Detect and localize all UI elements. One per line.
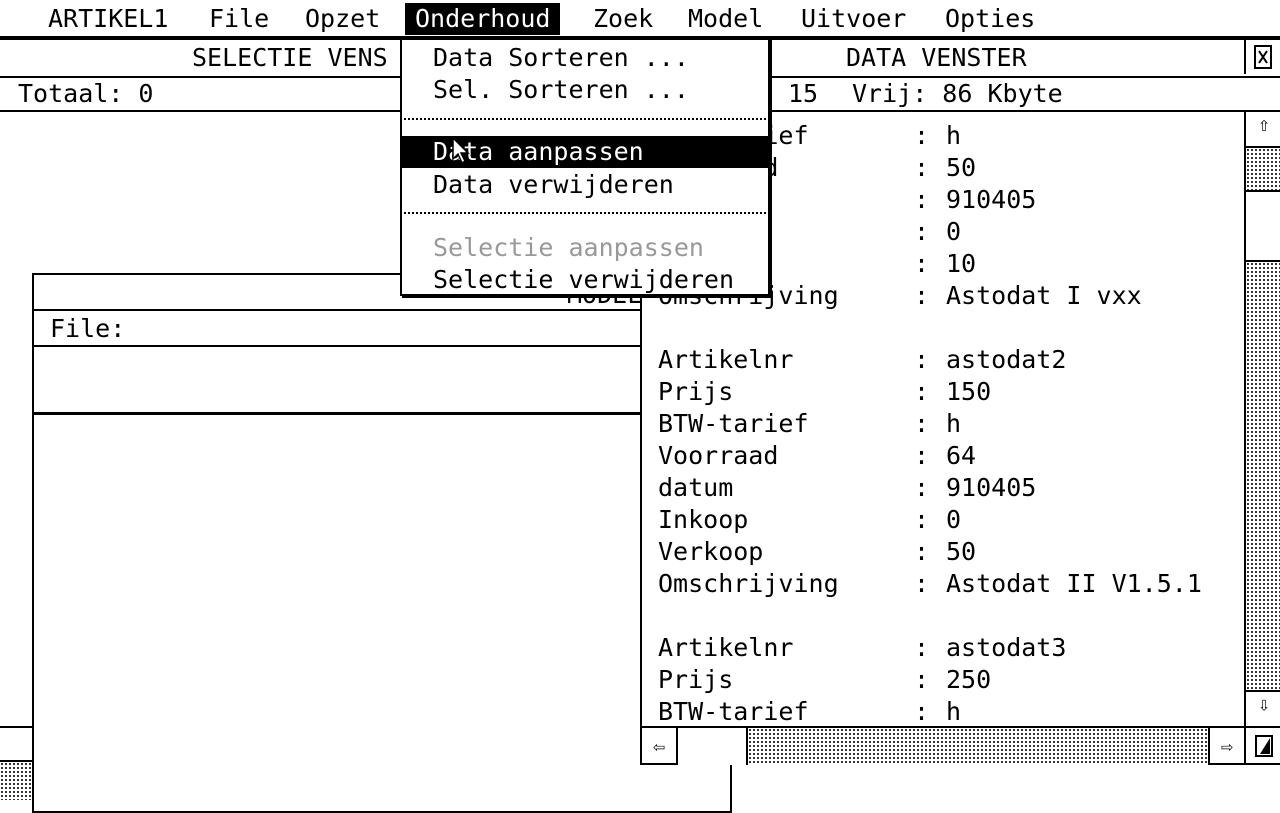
data-field-value: 64 — [946, 441, 977, 470]
hscroll-track[interactable] — [748, 728, 1208, 765]
file-input-area[interactable] — [34, 347, 730, 415]
data-vrij: Vrij: 86 Kbyte — [852, 79, 1063, 108]
arrow-up-icon[interactable]: ⇧ — [1246, 112, 1280, 148]
data-row: Verkoop:50 — [658, 536, 1238, 568]
data-field-name: Prijs — [658, 377, 734, 406]
data-row: Artikelnr: astodat2 — [658, 344, 1238, 376]
data-row: Prijs:150 — [658, 376, 1238, 408]
data-field-value: Astodat I vxx — [946, 281, 1142, 310]
resize-icon[interactable] — [1244, 728, 1280, 765]
data-field-value: 10 — [946, 249, 977, 278]
menu-app[interactable]: ARTIKEL1 — [48, 3, 168, 35]
menu-uitvoer[interactable]: Uitvoer — [801, 3, 906, 35]
selectie-title: SELECTIE VENS — [186, 42, 394, 74]
menu-item-selectie-verwijderen[interactable]: Selectie verwijderen — [402, 264, 768, 296]
data-field-colon: : — [914, 569, 930, 598]
data-row: BTW-tarief: h — [658, 696, 1238, 726]
data-field-name: Voorraad — [658, 441, 779, 470]
menu-separator — [404, 212, 766, 214]
mouse-pointer-icon — [452, 136, 472, 165]
data-field-value: 0 — [946, 217, 962, 246]
onderhoud-dropdown: Data Sorteren ... Sel. Sorteren ... Data… — [400, 38, 770, 296]
data-field-value: 250 — [946, 665, 992, 694]
menu-onderhoud[interactable]: Onderhoud — [405, 3, 561, 35]
data-field-name: datum — [658, 473, 734, 502]
data-field-colon: : — [914, 281, 930, 310]
data-field-colon: : — [914, 473, 930, 502]
data-row: BTW-tarief: h — [658, 408, 1238, 440]
data-field-colon: : — [914, 153, 930, 182]
data-field-value: astodat3 — [946, 633, 1067, 662]
data-field-colon: : — [914, 185, 930, 214]
menu-bar: ARTIKEL1 File Opzet Onderhoud Zoek Model… — [0, 0, 1280, 38]
vscroll-track-bottom[interactable] — [1246, 262, 1280, 690]
data-row: Inkoop:0 — [658, 504, 1238, 536]
data-field-name: Inkoop — [658, 505, 749, 534]
arrow-right-icon[interactable]: ⇨ — [1208, 728, 1244, 765]
data-field-name: Prijs — [658, 665, 734, 694]
menu-opzet[interactable]: Opzet — [305, 3, 380, 35]
data-field-name: BTW-tarief — [658, 409, 809, 438]
data-field-colon: : — [914, 505, 930, 534]
menu-item-data-verwijderen[interactable]: Data verwijderen — [402, 169, 768, 201]
vscroll-thumb[interactable] — [1246, 190, 1280, 262]
data-field-colon: : — [914, 121, 930, 150]
data-row: Omschrijving: Astodat II V1.5.1 — [658, 568, 1238, 600]
arrow-down-icon[interactable]: ⇩ — [1246, 690, 1280, 726]
desktop-pattern — [0, 762, 34, 800]
data-row: Prijs:250 — [658, 664, 1238, 696]
file-label: File: — [50, 314, 126, 343]
data-field-colon: : — [914, 633, 930, 662]
data-field-value: h — [946, 409, 962, 438]
data-field-colon: : — [914, 537, 930, 566]
vertical-scrollbar[interactable]: ⇧ ⇩ — [1244, 112, 1280, 726]
data-field-value: h — [946, 697, 962, 726]
data-field-colon: : — [914, 249, 930, 278]
selectie-totaal: Totaal: 0 — [18, 79, 154, 108]
data-field-value: h — [946, 121, 962, 150]
data-field-colon: : — [914, 217, 930, 246]
close-icon[interactable] — [1244, 40, 1280, 74]
data-row: Artikelnr: astodat3 — [658, 632, 1238, 664]
data-field-colon: : — [914, 409, 930, 438]
data-field-colon: : — [914, 377, 930, 406]
hscroll-thumb[interactable] — [678, 728, 748, 765]
data-field-value: 50 — [946, 537, 977, 566]
data-field-value: astodat2 — [946, 345, 1067, 374]
arrow-left-icon[interactable]: ⇦ — [642, 728, 678, 765]
data-field-value: 910405 — [946, 473, 1037, 502]
data-field-colon: : — [914, 697, 930, 726]
menu-item-sel-sorteren[interactable]: Sel. Sorteren ... — [402, 74, 768, 106]
horizontal-scrollbar[interactable]: ⇦ ⇨ — [642, 726, 1280, 765]
data-count: 15 — [788, 79, 819, 108]
data-row-blank — [658, 600, 1238, 632]
menu-file[interactable]: File — [209, 3, 269, 35]
data-field-colon: : — [914, 665, 930, 694]
model-dialog: MODEL File: — [32, 273, 732, 813]
data-field-name: Artikelnr — [658, 633, 794, 662]
data-field-name: Verkoop — [658, 537, 764, 566]
data-field-name: BTW-tarief — [658, 697, 809, 726]
data-row: Voorraad:64 — [658, 440, 1238, 472]
menu-item-selectie-aanpassen: Selectie aanpassen — [433, 233, 704, 262]
file-row: File: — [34, 311, 730, 347]
data-field-value: Astodat II V1.5.1 — [946, 569, 1202, 598]
menu-opties[interactable]: Opties — [945, 3, 1035, 35]
data-field-value: 150 — [946, 377, 992, 406]
menu-item-data-sorteren[interactable]: Data Sorteren ... — [402, 42, 768, 74]
menu-separator — [404, 118, 766, 120]
menu-zoek[interactable]: Zoek — [593, 3, 653, 35]
menu-model[interactable]: Model — [688, 3, 763, 35]
data-field-value: 0 — [946, 505, 962, 534]
data-field-colon: : — [914, 441, 930, 470]
data-title: DATA VENSTER — [840, 42, 1033, 74]
vscroll-track-top[interactable] — [1246, 148, 1280, 190]
data-field-name: Omschrijving — [658, 569, 839, 598]
data-field-value: 910405 — [946, 185, 1037, 214]
data-row: datum:910405 — [658, 472, 1238, 504]
data-field-value: 50 — [946, 153, 977, 182]
data-field-colon: : — [914, 345, 930, 374]
data-row-blank — [658, 312, 1238, 344]
data-field-name: Artikelnr — [658, 345, 794, 374]
